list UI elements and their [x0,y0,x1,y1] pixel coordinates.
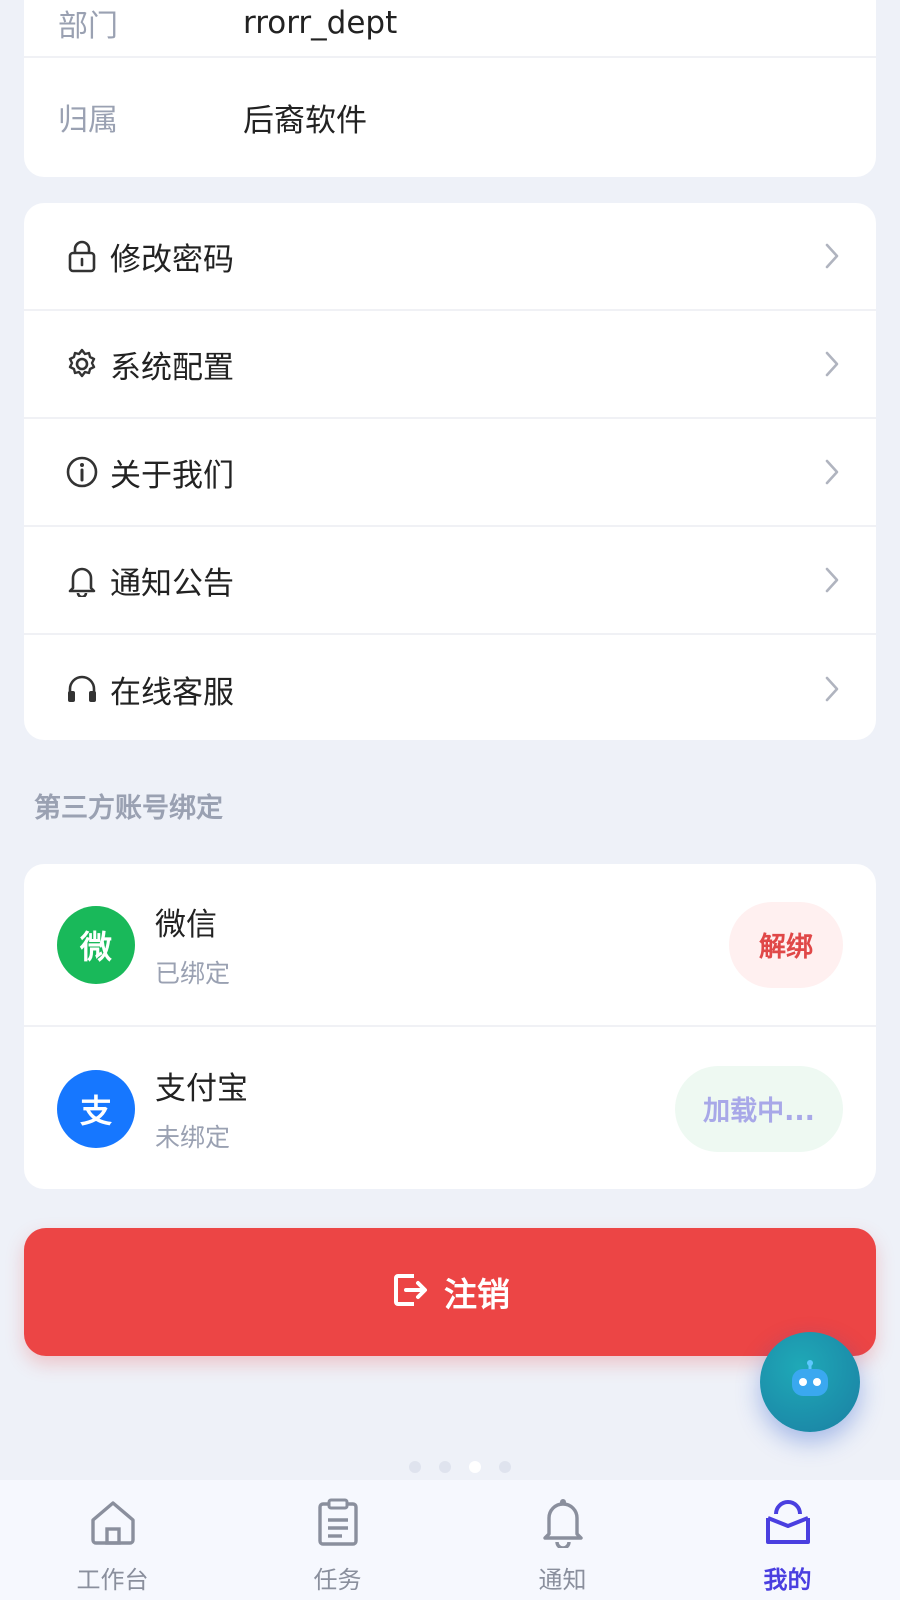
menu-item-label: 系统配置 [110,349,234,386]
tab-workbench[interactable]: 工作台 [0,1480,225,1600]
binding-name: 支付宝 [155,1071,248,1107]
info-icon [64,454,100,490]
alipay-avatar: 支 [57,1069,135,1148]
logout-icon [390,1270,430,1314]
menu-item-notices[interactable]: 通知公告 [24,527,876,635]
tab-label: 通知 [538,1566,587,1594]
wechat-avatar: 微 [57,905,135,984]
settings-menu: 修改密码 系统配置 关于我们 通知公告 在线客服 [24,203,876,740]
clipboard-icon [310,1494,366,1550]
info-value: 后裔软件 [243,102,367,139]
tab-label: 任务 [313,1566,362,1594]
menu-item-about-us[interactable]: 关于我们 [24,419,876,527]
info-label: 归属 [58,103,118,138]
headset-icon [64,671,100,707]
binding-row-wechat: 微 微信 已绑定 解绑 [24,864,876,1027]
chevron-right-icon [820,562,844,598]
third-party-binding-card: 微 微信 已绑定 解绑 支 支付宝 未绑定 加载中... [24,864,876,1189]
lock-icon [64,238,100,274]
assistant-fab-button[interactable] [760,1332,860,1432]
bind-button-loading[interactable]: 加载中... [675,1065,843,1152]
home-icon [85,1494,141,1550]
menu-item-label: 在线客服 [110,674,234,711]
gear-icon [64,346,100,382]
section-title-third-party: 第三方账号绑定 [34,793,223,824]
page-dot [499,1461,511,1473]
page-dot [409,1461,421,1473]
chevron-right-icon [820,454,844,490]
menu-item-label: 关于我们 [110,457,234,494]
menu-item-system-config[interactable]: 系统配置 [24,311,876,419]
menu-item-change-password[interactable]: 修改密码 [24,203,876,311]
logout-button[interactable]: 注销 [24,1228,876,1356]
info-label: 部门 [58,9,118,44]
tab-tasks[interactable]: 任务 [225,1480,450,1600]
menu-item-customer-service[interactable]: 在线客服 [24,635,876,740]
tab-notifications[interactable]: 通知 [450,1480,675,1600]
user-icon [760,1494,816,1550]
chevron-right-icon [820,346,844,382]
bell-icon [64,562,100,598]
logout-label: 注销 [444,1275,510,1314]
menu-item-label: 修改密码 [110,241,234,278]
page-dot-active [469,1461,481,1473]
page-indicator [0,1461,900,1473]
robot-icon [786,1360,834,1404]
info-value: rrorr_dept [243,5,398,41]
chevron-right-icon [820,238,844,274]
binding-name: 微信 [155,907,217,943]
page-dot [439,1461,451,1473]
binding-status: 未绑定 [155,1123,231,1152]
chevron-right-icon [820,671,844,707]
tab-label: 工作台 [76,1566,149,1594]
info-row-affiliation: 归属 后裔软件 [24,58,876,176]
menu-item-label: 通知公告 [110,565,234,602]
info-row-department: 部门 rrorr_dept [24,0,876,58]
tab-mine[interactable]: 我的 [675,1480,900,1600]
unbind-button[interactable]: 解绑 [729,901,843,988]
binding-status: 已绑定 [155,959,231,988]
tab-label: 我的 [763,1566,812,1594]
bell-icon [535,1494,591,1550]
binding-row-alipay: 支 支付宝 未绑定 加载中... [24,1027,876,1189]
bottom-tab-bar: 工作台 任务 通知 我的 [0,1480,900,1600]
user-info-card: 部门 rrorr_dept 归属 后裔软件 [24,0,876,177]
